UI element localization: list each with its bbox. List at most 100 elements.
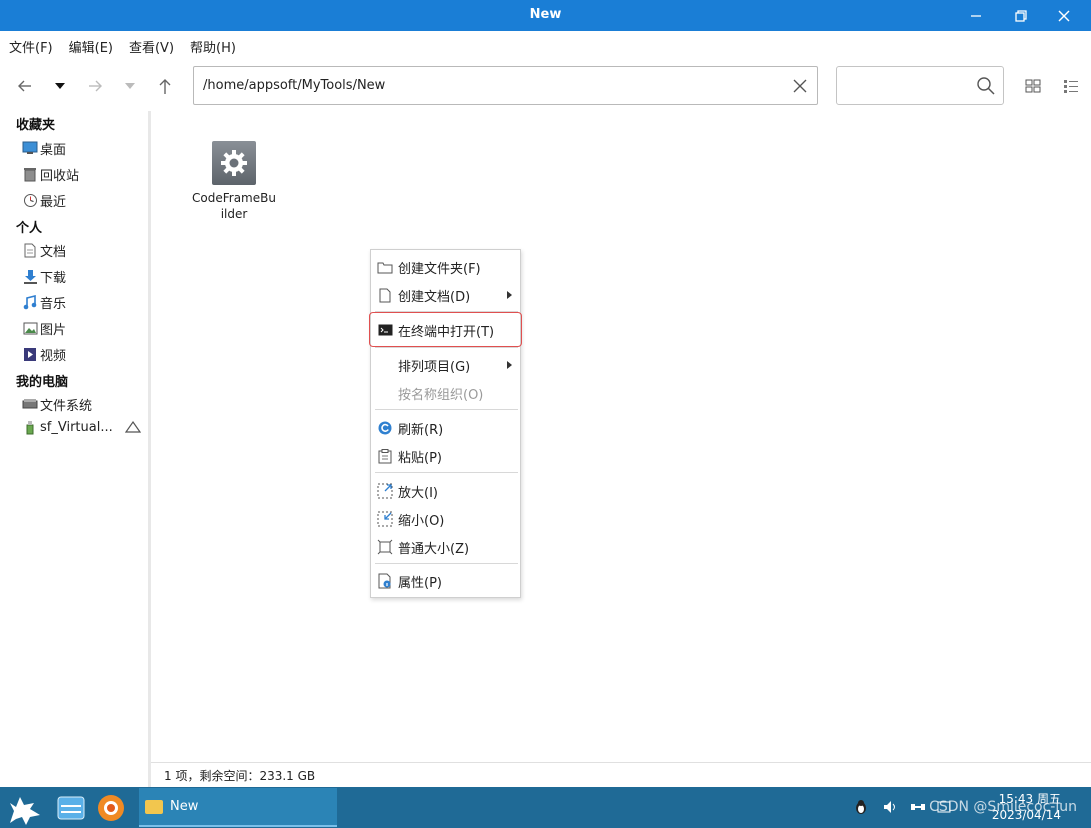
forward-button[interactable] (84, 75, 106, 97)
sidebar-section-personal: 个人 (16, 221, 43, 236)
taskbar-window-new[interactable]: New (139, 788, 337, 827)
arrow-up-icon (159, 79, 171, 94)
menu-item-create-folder[interactable]: 创建文件夹(F) (371, 255, 520, 279)
sidebar-item-music[interactable]: 音乐 (22, 292, 147, 312)
menu-item-label: 按名称组织(O) (398, 387, 484, 403)
tux-icon[interactable] (854, 799, 868, 819)
menu-item-paste[interactable]: 粘贴(P) (371, 444, 520, 468)
eject-icon[interactable] (124, 420, 142, 438)
download-icon (22, 268, 38, 284)
properties-icon (377, 573, 393, 589)
zoom-in-icon (377, 483, 393, 499)
arrow-right-icon (89, 80, 102, 92)
menu-separator (375, 409, 518, 410)
watermark: CSDN @Smilecoc-jun (929, 799, 1077, 815)
file-view[interactable]: CodeFrameBuilder (151, 111, 1091, 762)
clear-icon[interactable] (791, 77, 809, 95)
sidebar-item-downloads[interactable]: 下载 (22, 266, 147, 286)
image-icon (22, 320, 38, 336)
sidebar-item-label: 桌面 (40, 142, 67, 158)
submenu-arrow-icon (507, 291, 512, 299)
up-button[interactable] (154, 75, 176, 97)
menu-item-arrange[interactable]: 排列项目(G) (371, 353, 520, 377)
forward-history-dropdown[interactable] (119, 75, 141, 97)
icon-view-button[interactable] (1022, 75, 1044, 97)
grid-view-icon (1025, 79, 1041, 93)
start-menu-button[interactable] (4, 789, 46, 828)
menu-item-zoom-in[interactable]: 放大(I) (371, 479, 520, 503)
menu-item-label: 缩小(O) (398, 513, 445, 529)
sidebar-item-trash[interactable]: 回收站 (22, 164, 147, 184)
file-manager-icon (57, 796, 85, 820)
menu-view[interactable]: 查看(V) (129, 37, 174, 56)
sidebar: 收藏夹 桌面 回收站 最近 个人 文档 下载 音乐 图片 视频 我的电脑 文件系… (0, 111, 149, 787)
menu-item-open-terminal[interactable]: 在终端中打开(T) (371, 318, 520, 342)
list-view-button[interactable] (1060, 75, 1082, 97)
folder-icon (377, 259, 393, 275)
sidebar-item-documents[interactable]: 文档 (22, 240, 147, 260)
menu-item-normal-size[interactable]: 普通大小(Z) (371, 535, 520, 559)
sidebar-item-recent[interactable]: 最近 (22, 190, 147, 210)
paste-icon (377, 448, 393, 464)
menu-item-properties[interactable]: 属性(P) (371, 569, 520, 593)
menu-edit[interactable]: 编辑(E) (69, 37, 113, 56)
close-icon (1058, 10, 1070, 21)
sidebar-item-label: 图片 (40, 322, 67, 338)
sidebar-item-videos[interactable]: 视频 (22, 344, 147, 364)
menu-item-label: 刷新(R) (398, 422, 444, 438)
folder-icon (145, 799, 163, 814)
context-menu: 创建文件夹(F) 创建文档(D) 在终端中打开(T) 排列项目(G) 按名称组织… (369, 249, 522, 598)
menu-item-zoom-out[interactable]: 缩小(O) (371, 507, 520, 531)
close-button[interactable] (1047, 0, 1081, 31)
search-icon[interactable] (976, 76, 996, 96)
sidebar-item-shared-folder[interactable]: sf_Virtual... (22, 417, 147, 437)
music-icon (22, 294, 38, 310)
video-icon (22, 346, 38, 362)
volume-icon[interactable] (882, 799, 898, 819)
address-path[interactable]: /home/appsoft/MyTools/New (203, 78, 385, 93)
zoom-out-icon (377, 511, 393, 527)
clock-icon (22, 192, 38, 208)
menu-file[interactable]: 文件(F) (9, 37, 53, 56)
menu-item-organize-by-name[interactable]: 按名称组织(O) (371, 381, 520, 405)
sidebar-item-label: 文档 (40, 244, 67, 260)
kylin-logo-icon (10, 797, 40, 825)
toolbar: /home/appsoft/MyTools/New (0, 61, 1091, 111)
menu-separator (375, 563, 518, 564)
menu-help[interactable]: 帮助(H) (190, 37, 236, 56)
menu-item-refresh[interactable]: 刷新(R) (371, 416, 520, 440)
network-icon[interactable] (910, 799, 926, 819)
taskbar: New 15:43 周五 2023/04/14 CSDN @Smilecoc-j… (0, 787, 1091, 828)
sidebar-item-filesystem[interactable]: 文件系统 (22, 394, 147, 414)
menu-bar: 文件(F) 编辑(E) 查看(V) 帮助(H) (0, 31, 1091, 61)
search-input[interactable] (836, 66, 1004, 105)
file-manager-launcher[interactable] (56, 793, 86, 827)
submenu-arrow-icon (507, 361, 512, 369)
minimize-button[interactable] (959, 0, 993, 31)
back-history-dropdown[interactable] (49, 75, 71, 97)
address-bar[interactable]: /home/appsoft/MyTools/New (193, 66, 818, 105)
restore-icon (1015, 9, 1027, 22)
sidebar-section-favorites: 收藏夹 (16, 118, 56, 133)
hard-drive-icon (22, 396, 38, 412)
normal-size-icon (377, 539, 393, 555)
back-button[interactable] (14, 75, 36, 97)
sidebar-item-label: sf_Virtual... (40, 419, 113, 435)
minimize-icon (971, 14, 981, 17)
sidebar-item-label: 文件系统 (40, 398, 93, 414)
maximize-button[interactable] (1004, 0, 1038, 31)
sidebar-item-label: 视频 (40, 348, 67, 364)
desktop-icon (22, 140, 38, 156)
firefox-launcher[interactable] (96, 793, 126, 827)
arrow-left-icon (18, 80, 31, 92)
menu-item-create-document[interactable]: 创建文档(D) (371, 283, 520, 307)
caret-down-icon (125, 83, 135, 89)
sidebar-item-desktop[interactable]: 桌面 (22, 138, 147, 158)
trash-icon (22, 166, 38, 182)
refresh-icon (377, 420, 393, 436)
file-item[interactable]: CodeFrameBuilder (192, 141, 276, 222)
sidebar-item-label: 音乐 (40, 296, 67, 312)
sidebar-item-pictures[interactable]: 图片 (22, 318, 147, 338)
usb-drive-icon (22, 419, 38, 435)
list-view-icon (1064, 80, 1078, 93)
